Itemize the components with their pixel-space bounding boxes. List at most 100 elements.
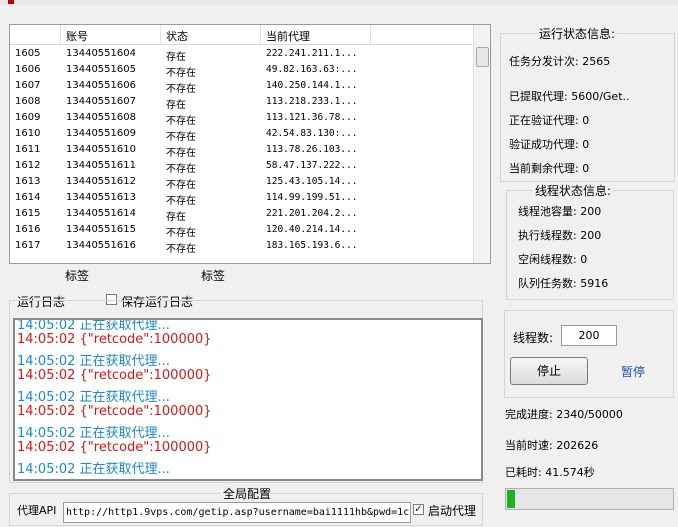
row-status: 不存在: [166, 84, 196, 95]
row-status: 存在: [166, 212, 186, 223]
elapsed-text: 已耗时: 41.574秒: [505, 466, 595, 479]
table-row[interactable]: 1608 13440551607 存在 113.218.233.1...: [10, 94, 472, 111]
thread-count-label: 线程数:: [513, 331, 554, 345]
table-row[interactable]: 1614 13440551613 不存在 114.99.199.51...: [10, 190, 472, 207]
row-status: 不存在: [166, 196, 196, 207]
table-row[interactable]: 1613 13440551612 不存在 125.43.105.14...: [10, 174, 472, 191]
column-divider[interactable]: [260, 25, 261, 44]
row-proxy: 49.82.163.63:...: [266, 64, 358, 75]
log-line: 14:05:02 正在获取代理...: [17, 390, 170, 405]
row-proxy: 58.47.137.222...: [266, 160, 358, 171]
column-divider[interactable]: [160, 25, 161, 44]
table-row[interactable]: 1610 13440551609 不存在 42.54.83.130:...: [10, 126, 472, 143]
row-index: 1613: [15, 176, 41, 187]
row-proxy: 113.78.26.103...: [266, 144, 358, 155]
row-proxy: 42.54.83.130:...: [266, 128, 358, 139]
title-bar: [0, 0, 678, 5]
table-row[interactable]: 1609 13440551608 不存在 113.121.36.78...: [10, 110, 472, 127]
table-scrollbar[interactable]: [473, 25, 490, 263]
table-row[interactable]: 1611 13440551610 不存在 113.78.26.103...: [10, 142, 472, 159]
label-2: 标签: [201, 269, 226, 283]
row-account: 13440551613: [66, 192, 136, 203]
log-output[interactable]: 14:05:02 正在获取代理... 14:05:02 {"retcode":10…: [13, 318, 483, 481]
table-row[interactable]: 1606 13440551605 不存在 49.82.163.63:...: [10, 62, 472, 79]
row-proxy: 140.250.144.1...: [266, 80, 358, 91]
thread-pool-capacity: 线程池容量: 200: [518, 205, 602, 218]
pause-link[interactable]: 暂停: [621, 363, 645, 380]
row-proxy: 125.43.105.14...: [266, 176, 358, 187]
thread-status-title: 线程状态信息:: [533, 182, 614, 199]
row-account: 13440551614: [66, 208, 136, 219]
row-index: 1606: [15, 64, 41, 75]
row-index: 1616: [15, 224, 41, 235]
row-proxy: 114.99.199.51...: [266, 192, 358, 203]
auto-proxy-label[interactable]: 启动代理: [428, 502, 476, 519]
log-line: 14:05:02 正在获取代理...: [17, 354, 170, 369]
row-proxy: 221.201.204.2...: [266, 208, 358, 219]
row-proxy: 113.218.233.1...: [266, 96, 358, 107]
progress-fill: [507, 490, 515, 508]
row-proxy: 222.241.211.1...: [266, 48, 358, 59]
row-proxy: 120.40.214.14...: [266, 224, 358, 235]
row-status: 不存在: [166, 180, 196, 191]
thread-count-input[interactable]: 200: [561, 325, 617, 346]
row-account: 13440551611: [66, 160, 136, 171]
row-account: 13440551605: [66, 64, 136, 75]
row-account: 13440551615: [66, 224, 136, 235]
log-line: 14:05:02 {"retcode":100000}: [17, 440, 212, 455]
row-account: 13440551609: [66, 128, 136, 139]
table-row[interactable]: 1616 13440551615 不存在 120.40.214.14...: [10, 222, 472, 239]
row-proxy: 113.121.36.78...: [266, 112, 358, 123]
row-account: 13440551610: [66, 144, 136, 155]
table-row[interactable]: 1612 13440551611 不存在 58.47.137.222...: [10, 158, 472, 175]
row-index: 1614: [15, 192, 41, 203]
remaining-proxies: 当前剩余代理: 0: [509, 162, 590, 175]
row-index: 1617: [15, 240, 41, 251]
table-row[interactable]: 1605 13440551604 存在 222.241.211.1...: [10, 46, 472, 63]
row-account: 13440551616: [66, 240, 136, 251]
row-status: 不存在: [166, 164, 196, 175]
row-account: 13440551612: [66, 176, 136, 187]
row-index: 1610: [15, 128, 41, 139]
row-status: 不存在: [166, 132, 196, 143]
account-table[interactable]: 账号 状态 当前代理 1605 13440551604 存在 222.241.211.…: [9, 24, 491, 264]
row-status: 不存在: [166, 68, 196, 79]
log-line: 14:05:02 正在获取代理...: [17, 426, 170, 441]
row-status: 不存在: [166, 244, 196, 255]
scrollbar-thumb[interactable]: [476, 47, 489, 67]
column-divider[interactable]: [370, 25, 371, 44]
verified-proxies: 验证成功代理: 0: [509, 138, 590, 151]
row-account: 13440551606: [66, 80, 136, 91]
table-row[interactable]: 1615 13440551614 存在 221.201.204.2...: [10, 206, 472, 223]
table-row[interactable]: 1607 13440551606 不存在 140.250.144.1...: [10, 78, 472, 95]
row-index: 1611: [15, 144, 41, 155]
row-status: 存在: [166, 100, 186, 111]
progress-text: 完成进度: 2340/50000: [505, 408, 623, 421]
row-index: 1607: [15, 80, 41, 91]
row-account: 13440551604: [66, 48, 136, 59]
label-1: 标签: [65, 269, 90, 283]
table-header: 账号 状态 当前代理: [10, 25, 472, 45]
dispatch-count: 任务分发计次: 2565: [509, 55, 611, 68]
extracted-proxies: 已提取代理: 5600/Get..: [509, 90, 630, 103]
stop-button[interactable]: 停止: [510, 357, 588, 385]
column-divider[interactable]: [60, 25, 61, 44]
run-status-title: 运行状态信息:: [537, 25, 618, 42]
proxy-api-input[interactable]: http://http1.9vps.com/getip.asp?username…: [63, 502, 411, 523]
header-status[interactable]: 状态: [166, 28, 188, 44]
row-index: 1609: [15, 112, 41, 123]
row-index: 1612: [15, 160, 41, 171]
auto-proxy-checkbox[interactable]: ✓: [413, 504, 424, 515]
log-line: 14:05:02 {"retcode":100000}: [17, 404, 212, 419]
row-account: 13440551608: [66, 112, 136, 123]
table-row[interactable]: 1617 13440551616 不存在 183.165.193.6...: [10, 238, 472, 255]
row-index: 1608: [15, 96, 41, 107]
header-account[interactable]: 账号: [66, 28, 88, 44]
row-index: 1615: [15, 208, 41, 219]
log-line: 14:05:02 {"retcode":100000}: [17, 368, 212, 383]
row-status: 不存在: [166, 148, 196, 159]
log-line: 14:05:02 正在获取代理...: [17, 318, 170, 333]
speed-text: 当前时速: 202626: [505, 439, 599, 452]
row-status: 不存在: [166, 228, 196, 239]
header-proxy[interactable]: 当前代理: [266, 28, 310, 44]
